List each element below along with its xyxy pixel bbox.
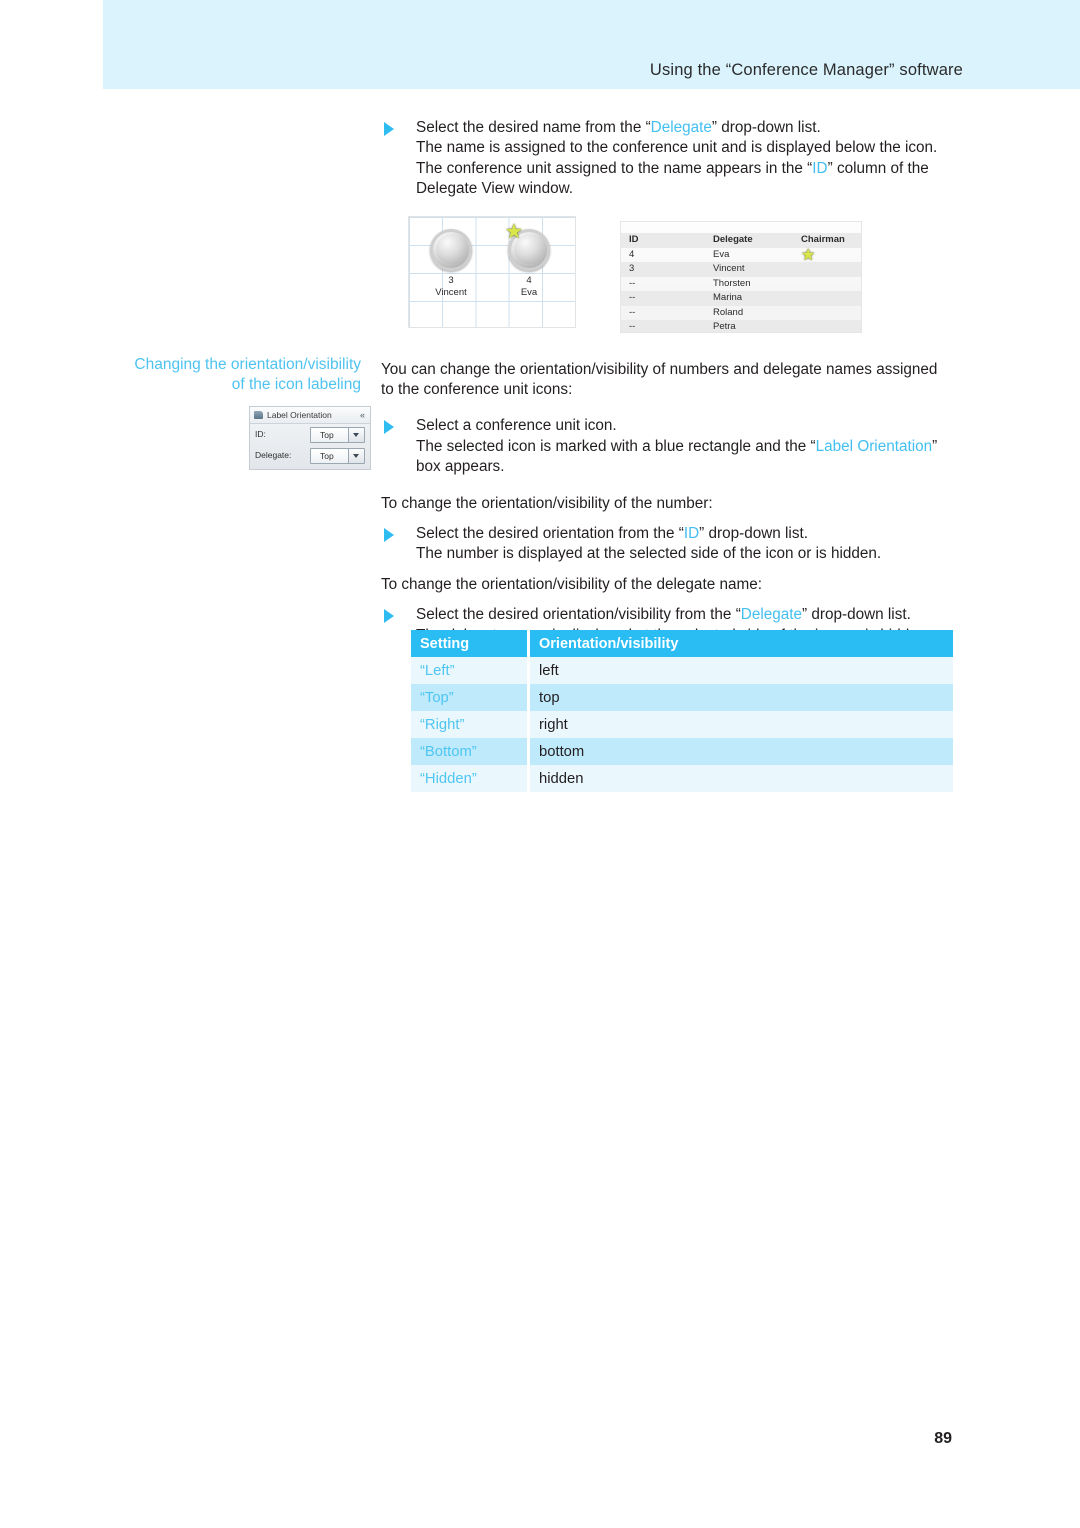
- step-text-a: Select the desired orientation from the …: [416, 525, 684, 543]
- cell-setting: “Bottom”: [411, 738, 527, 765]
- step-text-a: The selected icon is marked with a blue …: [416, 437, 816, 455]
- step-line: Select the desired orientation/visibilit…: [416, 605, 956, 625]
- body-column: Select the desired name from the “Delega…: [381, 118, 956, 646]
- step-line: The conference unit assigned to the name…: [416, 159, 956, 179]
- step-line: Delegate View window.: [416, 180, 574, 198]
- dialog-row-id: ID: Top: [250, 424, 370, 445]
- cell-orientation: top: [530, 684, 953, 711]
- step-line: The name is assigned to the conference u…: [416, 139, 938, 157]
- step-line: Select the desired name from the “Delega…: [416, 118, 956, 138]
- inline-term-label-orientation: Label Orientation: [815, 437, 933, 455]
- instruction-step-select-icon: Select a conference unit icon. The selec…: [381, 416, 956, 477]
- dialog-titlebar: Label Orientation «: [250, 407, 370, 424]
- cell-orientation: left: [530, 657, 953, 684]
- bullet-arrow-icon: [384, 122, 394, 136]
- chevron-down-icon: [348, 428, 364, 442]
- id-orientation-value: Top: [320, 430, 334, 440]
- cell-setting: “Left”: [411, 657, 527, 684]
- intro-line-1: You can change the orientation/visibilit…: [381, 360, 938, 378]
- cell-orientation: hidden: [530, 765, 953, 792]
- column-header-orientation: Orientation/visibility: [530, 630, 953, 657]
- column-header-setting: Setting: [411, 630, 527, 657]
- page-header-band: Using the “Conference Manager” software: [103, 0, 1080, 89]
- cell-setting: “Top”: [411, 684, 527, 711]
- instruction-step-number-orientation: Select the desired orientation from the …: [381, 524, 956, 565]
- lead-in-delegate: To change the orientation/visibility of …: [381, 575, 762, 593]
- cell-setting: “Right”: [411, 711, 527, 738]
- step-line: Select the desired orientation from the …: [416, 524, 956, 544]
- step-line: box appears.: [416, 458, 505, 476]
- collapse-chevron-icon[interactable]: «: [360, 407, 365, 423]
- label-orientation-dialog-screenshot: Label Orientation « ID: Top Delegate: To…: [249, 406, 371, 470]
- inline-term-delegate: Delegate: [740, 606, 803, 624]
- table-row: “Hidden” hidden: [411, 765, 953, 792]
- dialog-row-delegate: Delegate: Top: [250, 445, 370, 466]
- dialog-label-id: ID:: [255, 429, 266, 439]
- running-title: Using the “Conference Manager” software: [649, 61, 963, 79]
- table-row: “Left” left: [411, 657, 953, 684]
- figure-spacer: [381, 200, 956, 360]
- instruction-step-select-name: Select the desired name from the “Delega…: [381, 118, 956, 200]
- cell-orientation: right: [530, 711, 953, 738]
- orientation-settings-table: Setting Orientation/visibility “Left” le…: [411, 630, 953, 792]
- delegate-orientation-dropdown[interactable]: Top: [310, 448, 365, 464]
- chevron-down-icon: [348, 449, 364, 463]
- dialog-title: Label Orientation: [267, 410, 332, 420]
- section-heading: Changing the orientation/visibility of t…: [103, 355, 361, 395]
- inline-term-delegate: Delegate: [650, 119, 712, 136]
- dialog-label-delegate: Delegate:: [255, 450, 292, 460]
- inline-term-id: ID: [683, 525, 700, 543]
- step-line: The number is displayed at the selected …: [416, 545, 882, 563]
- cell-setting: “Hidden”: [411, 765, 527, 792]
- section-heading-line2: of the icon labeling: [231, 376, 361, 393]
- step-line: The selected icon is marked with a blue …: [416, 437, 956, 457]
- step-text-a: Select the desired orientation/visibilit…: [416, 606, 741, 624]
- table-row: “Top” top: [411, 684, 953, 711]
- delegate-orientation-value: Top: [320, 451, 334, 461]
- step-text-b: ” drop-down list.: [802, 606, 911, 624]
- bullet-arrow-icon: [384, 528, 394, 543]
- page-number: 89: [934, 1430, 952, 1447]
- cell-orientation: bottom: [530, 738, 953, 765]
- step-text-b: ” drop-down list.: [711, 119, 821, 136]
- step-text-b: ” drop-down list.: [699, 525, 808, 543]
- lead-in-number: To change the orientation/visibility of …: [381, 494, 713, 512]
- section-heading-line1: Changing the orientation/visibility: [134, 356, 361, 373]
- bullet-arrow-icon: [384, 420, 394, 435]
- dialog-app-icon: [254, 411, 263, 419]
- id-orientation-dropdown[interactable]: Top: [310, 427, 365, 443]
- step-line: Select a conference unit icon.: [416, 417, 617, 435]
- margin-column: Changing the orientation/visibility of t…: [103, 355, 361, 395]
- table-row: “Right” right: [411, 711, 953, 738]
- step-text-b: ”: [932, 437, 938, 455]
- bullet-arrow-icon: [384, 609, 394, 624]
- table-row: “Bottom” bottom: [411, 738, 953, 765]
- step-text-a: Select the desired name from the “: [416, 119, 651, 136]
- inline-term-id: ID: [812, 159, 828, 177]
- table-header-row: Setting Orientation/visibility: [411, 630, 953, 657]
- step-text-a: The conference unit assigned to the name…: [416, 159, 813, 177]
- step-text-b: ” column of the: [827, 159, 929, 177]
- intro-line-2: to the conference unit icons:: [381, 381, 573, 399]
